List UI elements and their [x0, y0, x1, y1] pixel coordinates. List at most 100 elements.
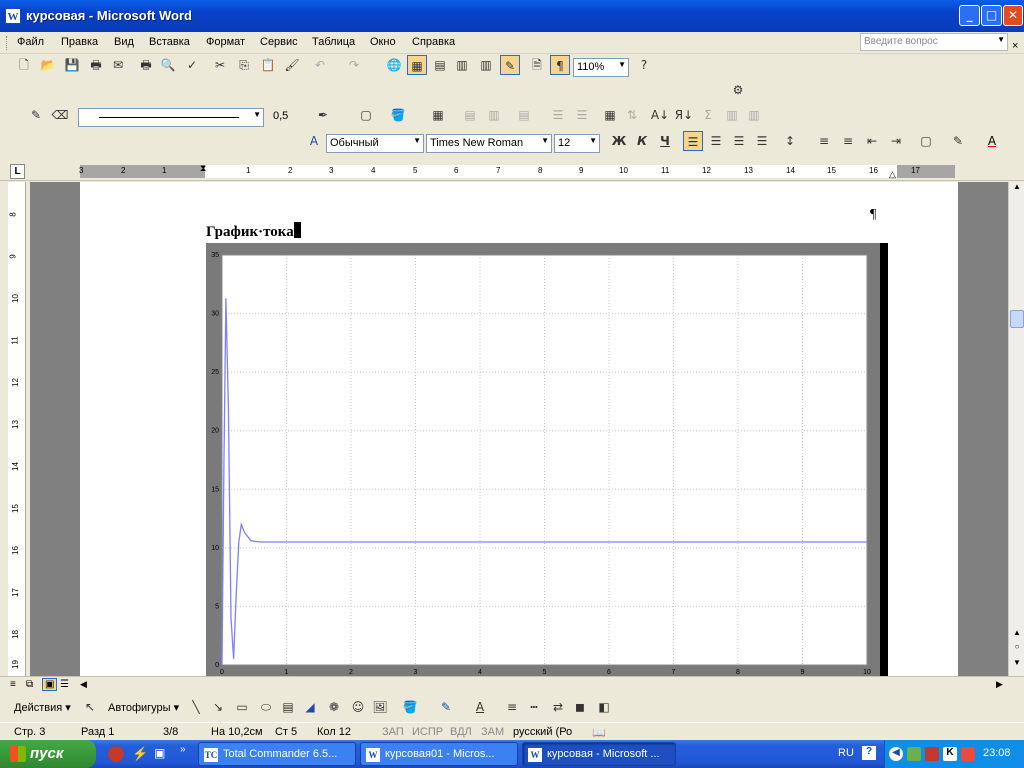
italic-icon[interactable]: К [632, 131, 652, 151]
dash-style-icon[interactable]: ┅ [524, 697, 544, 717]
scroll-left-icon[interactable]: ◀ [80, 679, 87, 690]
menu-view[interactable]: Вид [114, 36, 134, 48]
chevron-down-icon[interactable]: ▼ [413, 136, 421, 145]
fill-color-icon[interactable]: 🪣 [400, 697, 420, 717]
distribute-columns-icon[interactable]: ☰ [572, 105, 592, 125]
menu-tools[interactable]: Сервис [260, 36, 298, 48]
font-color-icon[interactable]: A [982, 131, 1002, 151]
chevron-down-icon[interactable]: ▼ [997, 35, 1005, 44]
print-icon[interactable]: 🖶 [136, 55, 156, 75]
styles-pane-icon[interactable]: A [304, 131, 324, 151]
distribute-rows-icon[interactable]: ☰ [548, 105, 568, 125]
increase-indent-icon[interactable]: ⇥ [886, 131, 906, 151]
eraser-icon[interactable]: ⌫ [50, 105, 70, 125]
autoformat-icon[interactable]: ▦ [600, 105, 620, 125]
menu-format[interactable]: Формат [206, 36, 245, 48]
select-browse-object-icon[interactable]: ○ [1010, 642, 1024, 656]
hyperlink-icon[interactable]: 🌐 [384, 55, 404, 75]
vertical-scrollbar[interactable]: ▲ ▲ ○ ▼ [1008, 182, 1024, 676]
line-style-select[interactable]: ▼ [78, 108, 264, 127]
scroll-right-icon[interactable]: ▶ [996, 679, 1003, 690]
start-button[interactable]: пуск [0, 740, 96, 768]
status-overtype[interactable]: ЗАМ [481, 726, 504, 738]
insert-table-icon[interactable]: ▤ [430, 55, 450, 75]
word-icon[interactable]: W [5, 8, 21, 24]
diagram-icon[interactable]: ❁ [324, 697, 344, 717]
winamp-icon[interactable]: ⚡ [132, 746, 148, 762]
close-document-icon[interactable]: × [1012, 40, 1018, 52]
columns-icon[interactable]: ▥ [476, 55, 496, 75]
close-button[interactable]: ✕ [1003, 5, 1023, 26]
security-alert-icon[interactable] [961, 747, 975, 761]
permission-icon[interactable]: 🖶 [86, 55, 106, 75]
minimize-button[interactable]: _ [959, 5, 980, 26]
pencil-icon[interactable]: ✎ [26, 105, 46, 125]
print-preview-icon[interactable]: 🔍 [158, 55, 178, 75]
open-icon[interactable]: 📂 [38, 55, 58, 75]
line-style-icon[interactable]: ≡ [502, 697, 522, 717]
chevron-down-icon[interactable]: ▼ [618, 60, 626, 69]
align-icon[interactable]: ▤ [514, 105, 534, 125]
ruler-strip[interactable] [80, 165, 955, 178]
toolbar-grip[interactable] [6, 36, 9, 50]
menu-window[interactable]: Окно [370, 36, 396, 48]
bold-icon[interactable]: Ж [609, 131, 629, 151]
tab-selector-button[interactable]: L [10, 164, 25, 179]
menu-help[interactable]: Справка [412, 36, 455, 48]
hide-gridlines-icon[interactable]: ▥ [722, 105, 742, 125]
new-document-icon[interactable]: 🗋 [14, 55, 34, 75]
first-line-indent-marker[interactable]: ⧗ [200, 163, 206, 174]
previous-page-icon[interactable]: ▲ [1010, 628, 1024, 642]
outline-view-icon[interactable]: ☰ [60, 679, 69, 690]
keyboard-icon[interactable]: K [943, 747, 957, 761]
align-left-icon[interactable]: ☰ [683, 131, 703, 151]
arrow-icon[interactable]: ↘ [208, 697, 228, 717]
menu-edit[interactable]: Правка [61, 36, 98, 48]
maximize-button[interactable]: □ [981, 5, 1002, 26]
task-total-commander[interactable]: TC Total Commander 6.5... [198, 742, 356, 766]
highlight-icon[interactable]: ✎ [948, 131, 968, 151]
menu-file[interactable]: Файл [17, 36, 44, 48]
style-select[interactable]: Обычный ▼ [326, 134, 424, 153]
drawing-icon[interactable]: ✎ [500, 55, 520, 75]
help-icon[interactable]: ? [634, 55, 654, 75]
status-record[interactable]: ЗАП [382, 726, 404, 738]
copy-icon[interactable]: ⎘ [234, 55, 254, 75]
redo-icon[interactable]: ↷ [344, 55, 364, 75]
task-kursovaya[interactable]: Wкурсовая - Microsoft ... [522, 742, 676, 766]
outside-border-icon[interactable]: ▢ [356, 105, 376, 125]
arrow-style-icon[interactable]: ⇄ [548, 697, 568, 717]
line-icon[interactable]: ╲ [186, 697, 206, 717]
document-heading[interactable]: График·тока [206, 222, 301, 241]
email-icon[interactable]: ✉ [108, 55, 128, 75]
line-color-icon[interactable]: ✎ [436, 697, 456, 717]
font-size-select[interactable]: 12 ▼ [554, 134, 600, 153]
antivirus-icon[interactable] [925, 747, 939, 761]
select-objects-icon[interactable]: ↖ [80, 697, 100, 717]
scroll-thumb[interactable] [1010, 310, 1024, 328]
oval-icon[interactable]: ⬭ [256, 697, 276, 717]
shadow-icon[interactable]: ◼ [570, 697, 590, 717]
shading-color-icon[interactable]: 🪣 [388, 105, 408, 125]
table-properties-icon[interactable]: ▥ [744, 105, 764, 125]
border-color-icon[interactable]: ✒ [313, 105, 333, 125]
document-map-icon[interactable]: 🗎 [527, 55, 547, 75]
quick-launch-icon[interactable]: ▣ [154, 746, 165, 760]
opera-icon[interactable] [108, 746, 124, 762]
autoshapes-menu[interactable]: Автофигуры ▾ [108, 701, 179, 714]
3d-icon[interactable]: ◧ [594, 697, 614, 717]
clipart-icon[interactable]: ☺ [348, 697, 368, 717]
font-select[interactable]: Times New Roman ▼ [426, 134, 552, 153]
wordart-icon[interactable]: ◢ [300, 697, 320, 717]
next-page-icon[interactable]: ▼ [1010, 658, 1024, 672]
insert-excel-icon[interactable]: ▥ [452, 55, 472, 75]
chart-image[interactable]: 0 1 2 3 4 5 6 7 8 9 10 0 5 10 15 20 25 30 35 [206, 243, 882, 676]
status-track-changes[interactable]: ИСПР [412, 726, 443, 738]
split-cells-icon[interactable]: ▥ [484, 105, 504, 125]
chevron-down-icon[interactable]: ▼ [253, 110, 261, 119]
merge-cells-icon[interactable]: ▤ [460, 105, 480, 125]
bullets-icon[interactable]: ≡ [838, 131, 858, 151]
justify-icon[interactable]: ☰ [752, 131, 772, 151]
menu-table[interactable]: Таблица [312, 36, 355, 48]
rectangle-icon[interactable]: ▭ [232, 697, 252, 717]
